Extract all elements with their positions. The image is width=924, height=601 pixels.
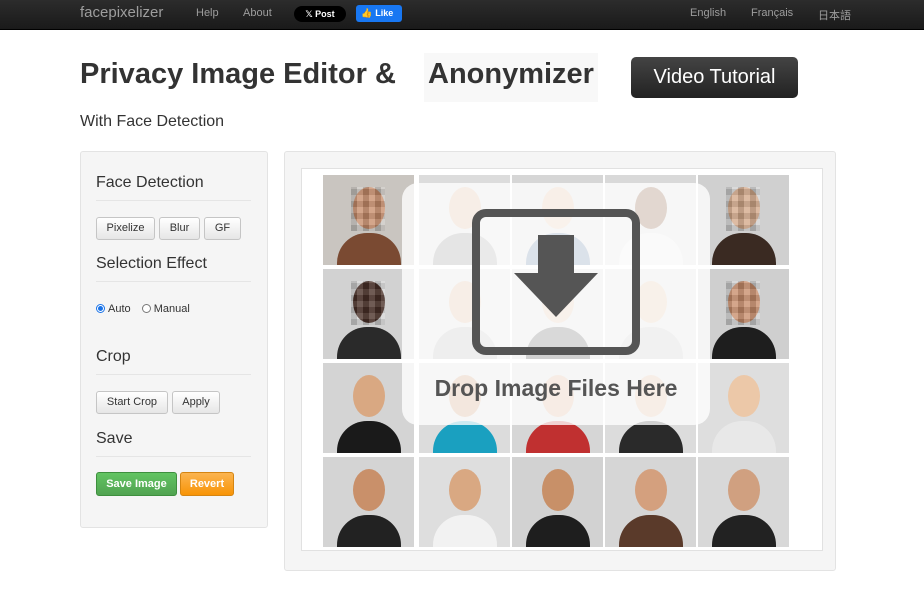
nav-about-link[interactable]: About <box>243 7 272 19</box>
brand-logo[interactable]: facepixelizer <box>80 4 163 21</box>
page-title: Privacy Image Editor & <box>80 58 396 90</box>
tools-panel: Face Detection Pixelize Blur GF Selectio… <box>80 151 268 528</box>
fb-like-label: Like <box>375 8 394 18</box>
save-heading: Save <box>96 430 251 457</box>
gf-button[interactable]: GF <box>204 217 241 240</box>
page-title-highlight: Anonymizer <box>424 53 598 102</box>
face-detection-heading: Face Detection <box>96 174 251 201</box>
sample-photo <box>605 457 696 547</box>
apply-crop-button[interactable]: Apply <box>172 391 220 414</box>
sample-photo <box>698 457 789 547</box>
top-navbar: facepixelizer Help About 𝕏 Post 👍 Like En… <box>0 0 924 30</box>
sample-photo <box>323 269 414 359</box>
thumbs-up-icon: 👍 <box>361 8 373 18</box>
crop-heading: Crop <box>96 348 251 375</box>
nav-help-link[interactable]: Help <box>196 7 219 19</box>
x-logo-icon: 𝕏 <box>305 9 313 19</box>
sample-photo <box>512 457 603 547</box>
sample-photo <box>698 175 789 265</box>
sample-photo <box>698 269 789 359</box>
lang-french-link[interactable]: Français <box>751 7 793 19</box>
blur-button[interactable]: Blur <box>159 217 200 240</box>
x-post-button[interactable]: 𝕏 Post <box>294 6 346 22</box>
save-image-button[interactable]: Save Image <box>96 472 177 496</box>
facebook-like-button[interactable]: 👍 Like <box>356 5 402 22</box>
x-post-label: Post <box>315 9 335 19</box>
lang-english-link[interactable]: English <box>690 7 726 19</box>
sample-photo <box>698 363 789 453</box>
sample-photo <box>419 457 510 547</box>
radio-manual-icon[interactable] <box>141 304 151 313</box>
revert-button[interactable]: Revert <box>180 472 234 496</box>
start-crop-button[interactable]: Start Crop <box>96 391 168 414</box>
sample-photo <box>323 457 414 547</box>
page-subtitle: With Face Detection <box>80 113 225 130</box>
download-arrow-icon <box>472 209 640 355</box>
radio-auto[interactable]: Auto <box>96 303 131 315</box>
lang-japanese-link[interactable]: 日本語 <box>818 7 851 23</box>
radio-auto-label: Auto <box>108 303 131 315</box>
sample-photo <box>323 175 414 265</box>
image-canvas[interactable]: Drop Image Files Here <box>301 168 823 551</box>
pixelize-button[interactable]: Pixelize <box>96 217 155 240</box>
selection-effect-heading: Selection Effect <box>96 255 251 282</box>
radio-manual[interactable]: Manual <box>141 303 190 315</box>
drop-zone-text: Drop Image Files Here <box>434 375 678 401</box>
sample-photo <box>323 363 414 453</box>
editor-area: Drop Image Files Here <box>284 151 836 571</box>
video-tutorial-button[interactable]: Video Tutorial <box>631 57 798 98</box>
drop-zone[interactable]: Drop Image Files Here <box>402 183 710 425</box>
radio-manual-label: Manual <box>153 303 190 315</box>
selection-effect-options: Auto Manual <box>96 303 190 315</box>
radio-auto-icon[interactable] <box>96 304 105 313</box>
